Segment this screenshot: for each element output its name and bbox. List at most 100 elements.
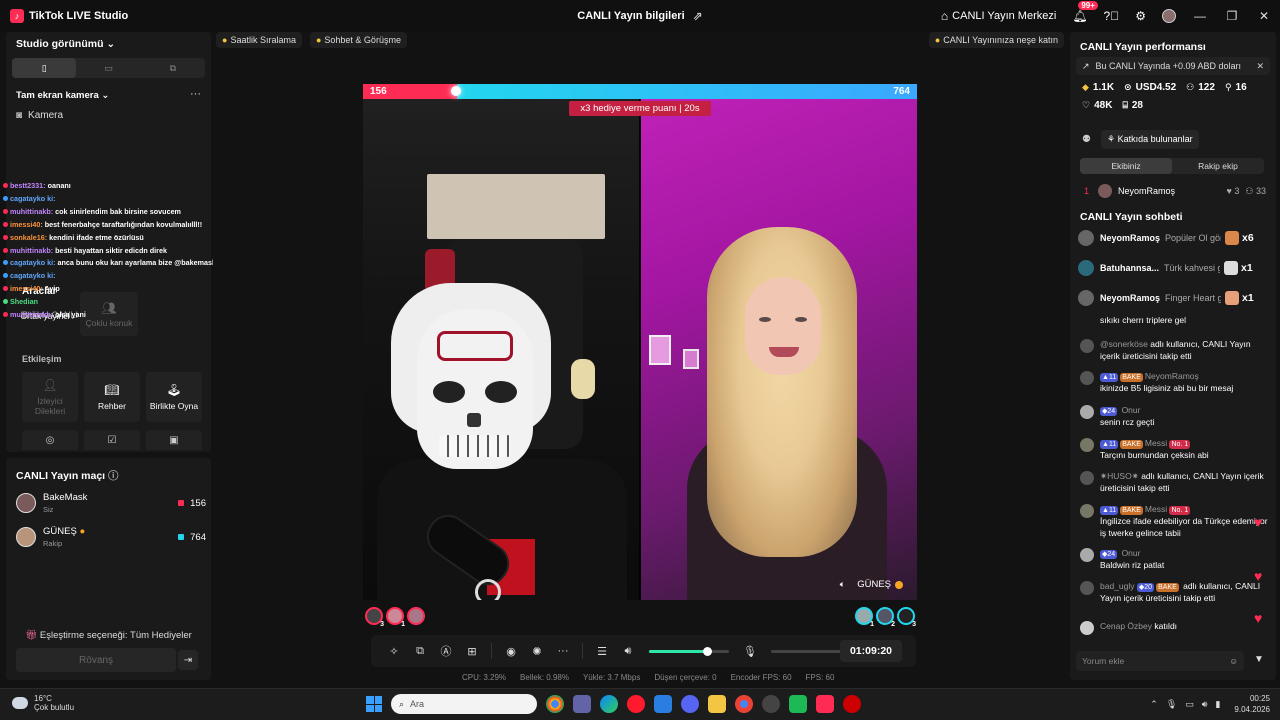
magic-wand-icon[interactable]: ✧ bbox=[381, 645, 407, 658]
volume-icon[interactable]: 🔊︎ bbox=[1202, 699, 1208, 710]
hourly-ranking-chip[interactable]: ● Saatlik Sıralama bbox=[216, 32, 302, 48]
volume-knob[interactable] bbox=[702, 646, 712, 656]
likes-value: 48K bbox=[1094, 100, 1113, 111]
close-icon[interactable]: ✕ bbox=[1256, 61, 1264, 72]
metric-new-followers[interactable]: ⚲ 16 bbox=[1225, 82, 1247, 93]
metric-gifters[interactable]: ⌸ 28 bbox=[1122, 100, 1143, 111]
record-icon[interactable]: ◉ bbox=[498, 645, 524, 658]
discord-icon[interactable] bbox=[681, 695, 699, 713]
comment-input[interactable]: Yorum ekle ☺ bbox=[1076, 651, 1244, 671]
chrome-icon[interactable] bbox=[546, 695, 564, 713]
speaker-icon[interactable]: 🔊︎ bbox=[615, 645, 641, 658]
gifter-avatar[interactable]: 1 bbox=[386, 607, 405, 628]
overlay-chat-user: muhittinakb: bbox=[10, 245, 54, 255]
layered-view-icon[interactable]: ⧉ bbox=[141, 58, 205, 78]
microphone-icon[interactable]: 🎙︎ bbox=[737, 645, 763, 658]
close-icon[interactable]: ✕ bbox=[1248, 9, 1280, 23]
gift-message: Popüler Ol gönd bbox=[1165, 233, 1221, 243]
gifter-avatar[interactable] bbox=[407, 607, 425, 625]
volume-slider[interactable] bbox=[649, 646, 729, 656]
floating-heart-icon: ♥ bbox=[1254, 514, 1263, 530]
chat-user[interactable]: Onur bbox=[1122, 548, 1141, 558]
taskbar-search[interactable]: ⌕ Ara bbox=[391, 694, 537, 714]
help-icon[interactable]: ?⃝ bbox=[1104, 9, 1120, 23]
ai-effect-icon[interactable]: Ⓐ bbox=[433, 643, 459, 659]
chevron-down-icon: ⌄ bbox=[106, 38, 116, 50]
clock[interactable]: 00:25 9.04.2026 bbox=[1234, 693, 1270, 715]
portrait-view-icon[interactable]: ▯ bbox=[12, 58, 77, 78]
play-together-card[interactable]: 🕹︎ Birlikte Oyna bbox=[146, 372, 202, 422]
contributor-rank-row[interactable]: 1 NeyomRamoş ♥ 3 ⚇ 33 bbox=[1084, 184, 1266, 198]
more-options-icon[interactable]: ··· bbox=[190, 88, 201, 100]
gifter-avatar[interactable]: 1 bbox=[855, 607, 874, 628]
add-joy-chip[interactable]: ● CANLI Yayınınıza neşe katın bbox=[928, 32, 1064, 48]
tab-opponent-team[interactable]: Rakip ekip bbox=[1172, 158, 1264, 174]
teams-icon[interactable] bbox=[573, 695, 591, 713]
weather-widget[interactable]: 16°C Çok bulutlu bbox=[12, 694, 74, 712]
checklist-icon[interactable]: ☑ bbox=[84, 430, 140, 450]
gifter-avatar[interactable]: 3 bbox=[365, 607, 384, 628]
tab-your-team[interactable]: Ekibiniz bbox=[1080, 158, 1172, 174]
display-icon[interactable]: ▭ bbox=[1185, 699, 1194, 710]
more-icon[interactable]: ··· bbox=[550, 645, 576, 657]
scene-dropdown[interactable]: Tam ekran kamera ⌄ bbox=[16, 90, 109, 101]
camera-source[interactable]: ◙ Kamera bbox=[16, 110, 63, 121]
chat-user[interactable]: Messi bbox=[1145, 438, 1167, 448]
settings-gear-icon[interactable]: ⚙ bbox=[1135, 9, 1146, 23]
guide-card[interactable]: 📖︎ Rehber bbox=[84, 372, 140, 422]
edge-icon[interactable] bbox=[600, 695, 618, 713]
tiktok-live-studio-icon[interactable] bbox=[816, 695, 834, 713]
chrome-icon[interactable] bbox=[735, 695, 753, 713]
battery-icon[interactable]: ▮ bbox=[1215, 699, 1220, 710]
metric-likes[interactable]: ♡ 48K bbox=[1082, 100, 1112, 111]
effects-icon[interactable]: ✺ bbox=[524, 645, 550, 658]
chat-user[interactable]: ✷HUSO✷ bbox=[1100, 471, 1139, 481]
app-icon[interactable] bbox=[789, 695, 807, 713]
chat-user[interactable]: bad_ugly bbox=[1100, 581, 1135, 591]
rank-position: 1 bbox=[1084, 186, 1090, 196]
profile-avatar-button[interactable] bbox=[1162, 9, 1176, 23]
live-center-button[interactable]: ⌂ CANLI Yayın Merkezi bbox=[941, 9, 1056, 23]
inbox-icon[interactable]: ▣ bbox=[146, 430, 202, 450]
studio-view-dropdown[interactable]: Studio görünümü ⌄ bbox=[16, 38, 115, 50]
metric-usd[interactable]: ⊙ USD4.52 bbox=[1124, 82, 1176, 93]
app-icon[interactable] bbox=[762, 695, 780, 713]
mixer-settings-icon[interactable]: ☰ bbox=[589, 645, 615, 658]
help-icon[interactable]: ⓘ bbox=[108, 470, 119, 482]
opera-icon[interactable] bbox=[627, 695, 645, 713]
file-explorer-icon[interactable] bbox=[708, 695, 726, 713]
chat-user[interactable]: NeyomRamoş bbox=[1145, 371, 1199, 381]
chat-user[interactable]: Messi bbox=[1145, 504, 1167, 514]
windows-start-icon[interactable] bbox=[366, 696, 382, 712]
chat-message: ✷HUSO✷ adlı kullanıcı, CANLI Yayın içeri… bbox=[1080, 470, 1268, 494]
viewer-requests-card[interactable]: 👤︎ İzleyici Dilekleri bbox=[22, 372, 78, 422]
gifter-avatar[interactable]: 2 bbox=[876, 607, 895, 628]
chat-meet-chip[interactable]: ● Sohbet & Görüşme bbox=[309, 32, 407, 48]
speaker-icon[interactable]: 🔈︎ bbox=[840, 579, 845, 590]
gifter-avatar[interactable]: 3 bbox=[897, 607, 916, 628]
diamond-icon: ◆ bbox=[1082, 82, 1089, 92]
youtube-icon[interactable] bbox=[843, 695, 861, 713]
rematch-button[interactable]: Rövanş bbox=[16, 648, 176, 672]
restore-icon[interactable]: ❐ bbox=[1216, 9, 1248, 23]
contributors-button[interactable]: ⚘ Katkıda bulunanlar bbox=[1100, 130, 1199, 149]
metric-viewers[interactable]: ⚇ 122 bbox=[1186, 82, 1215, 93]
metric-diamonds[interactable]: ◆ 1.1K bbox=[1082, 82, 1114, 93]
microphone-icon[interactable]: 🎙︎ bbox=[1166, 699, 1177, 710]
landscape-view-icon[interactable]: ▭ bbox=[76, 58, 140, 78]
chevron-up-icon[interactable]: ⌃ bbox=[1150, 699, 1158, 710]
filter-icon[interactable]: ▼ bbox=[1254, 654, 1264, 665]
notification-bell-icon[interactable]: 🔔︎ 99+ bbox=[1072, 1, 1098, 23]
mouth bbox=[769, 347, 799, 357]
minimize-icon[interactable]: — bbox=[1184, 9, 1216, 23]
store-icon[interactable] bbox=[654, 695, 672, 713]
emoji-icon[interactable]: ☺ bbox=[1229, 656, 1238, 666]
exit-icon[interactable]: ⇥ bbox=[178, 650, 198, 670]
chat-user[interactable]: Cenap Özbey bbox=[1100, 621, 1152, 631]
screen-share-icon[interactable]: ⧉ bbox=[407, 645, 433, 658]
chat-user[interactable]: Onur bbox=[1122, 405, 1141, 415]
chat-user[interactable]: @sonerköse bbox=[1100, 339, 1148, 349]
avatar bbox=[16, 527, 36, 547]
add-source-icon[interactable]: ⊞ bbox=[459, 645, 485, 658]
target-icon[interactable]: ◎ bbox=[22, 430, 78, 450]
